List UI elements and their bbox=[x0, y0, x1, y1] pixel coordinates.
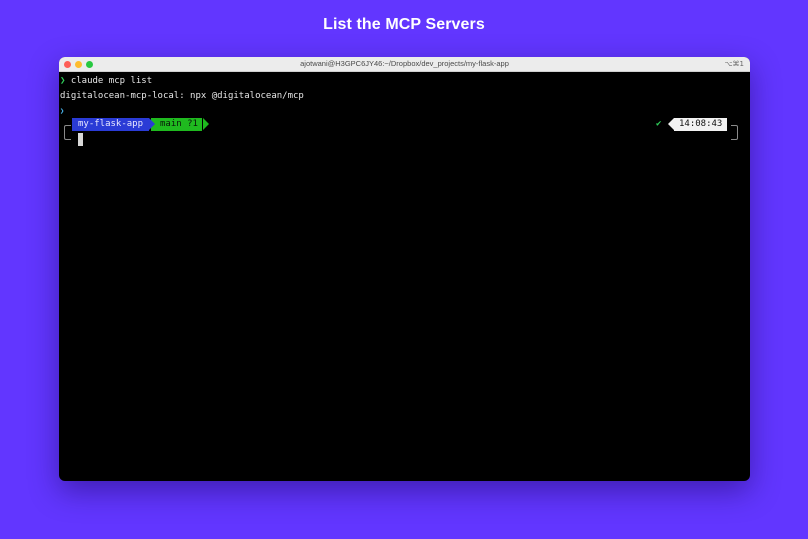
prompt-frame-right bbox=[731, 125, 738, 140]
prompt-frame-left bbox=[64, 125, 71, 140]
prompt-time-segment: 14:08:43 bbox=[674, 118, 728, 131]
terminal-line-command: ❯ claude mcp list bbox=[60, 75, 152, 87]
prompt-git-segment: main ?1 bbox=[151, 118, 202, 131]
prompt-directory-segment: my-flask-app bbox=[72, 118, 150, 131]
prompt-chevron-icon: ❯ bbox=[60, 107, 65, 115]
page-heading: List the MCP Servers bbox=[323, 16, 485, 33]
terminal-cursor[interactable] bbox=[78, 133, 83, 146]
terminal-line-output: digitalocean-mcp-local: npx @digitalocea… bbox=[60, 91, 304, 101]
window-titlebar[interactable]: ajotwani@H3GPC6JY46:~/Dropbox/dev_projec… bbox=[59, 57, 750, 72]
terminal-line-prompt: ❯ bbox=[60, 105, 64, 117]
window-title: ajotwani@H3GPC6JY46:~/Dropbox/dev_projec… bbox=[300, 59, 509, 68]
terminal-content[interactable]: ❯ claude mcp list digitalocean-mcp-local… bbox=[59, 72, 750, 481]
window-shortcut: ⌥⌘1 bbox=[724, 60, 744, 68]
directory-segment-arrow-icon bbox=[149, 118, 155, 130]
git-segment-arrow-icon bbox=[203, 118, 209, 130]
status-check-icon: ✔ bbox=[656, 119, 662, 129]
command-text: claude mcp list bbox=[65, 76, 153, 86]
terminal-window[interactable]: ajotwani@H3GPC6JY46:~/Dropbox/dev_projec… bbox=[59, 57, 750, 481]
